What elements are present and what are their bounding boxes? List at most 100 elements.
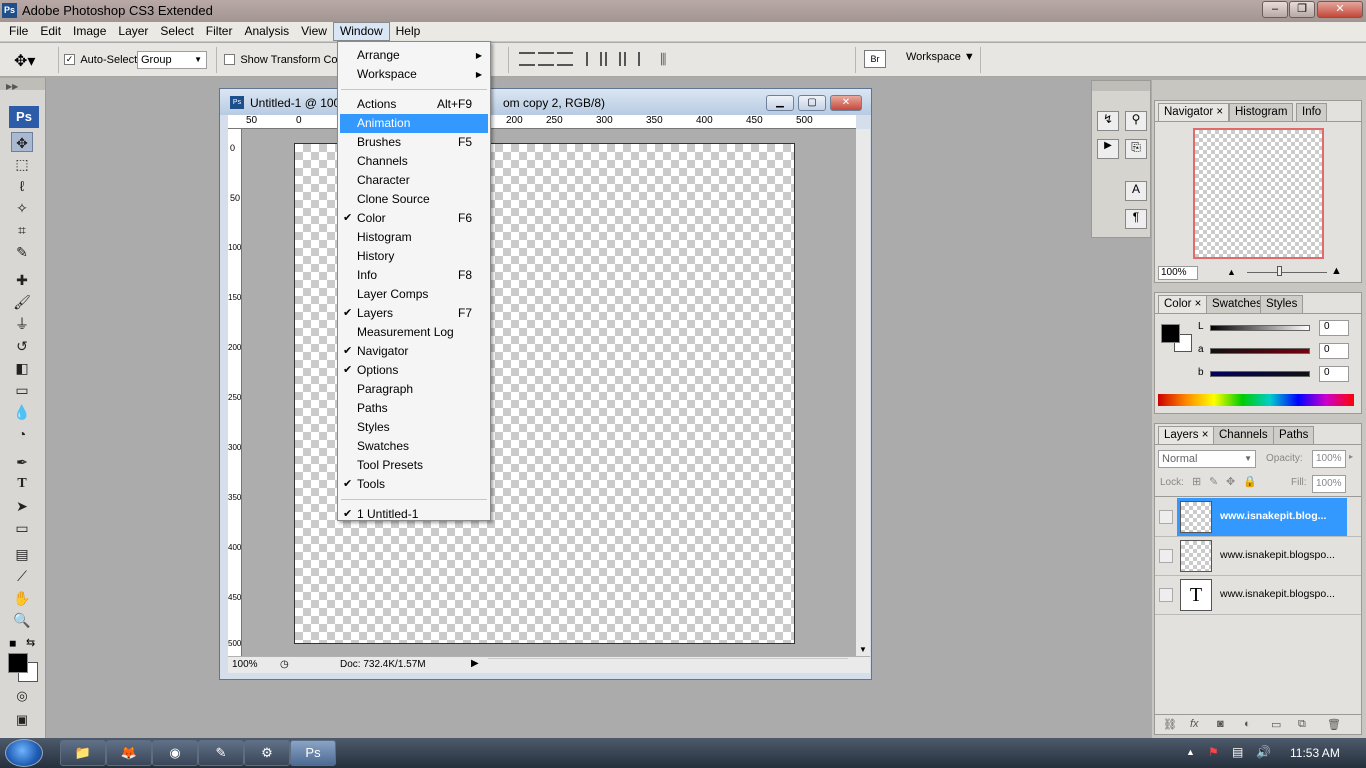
l-slider[interactable] [1210, 325, 1310, 331]
hand-tool-icon[interactable]: ✋ [11, 588, 33, 608]
minimize-button[interactable]: – [1262, 1, 1288, 18]
vertical-scrollbar[interactable]: ▼ [856, 129, 870, 656]
gradient-tool-icon[interactable]: ▭ [11, 380, 33, 400]
clone-source-panel-icon[interactable]: ⎘ [1125, 139, 1147, 159]
menu-item-actions[interactable]: Actions Alt+F9 [340, 95, 488, 114]
status-menu-arrow-icon[interactable]: ▶ [471, 658, 479, 669]
bridge-icon[interactable]: Br [864, 50, 886, 68]
menu-item-paragraph[interactable]: Paragraph [340, 380, 488, 399]
menu-edit[interactable]: Edit [34, 22, 67, 41]
tab-navigator[interactable]: Navigator × [1158, 103, 1230, 121]
b-slider[interactable] [1210, 371, 1310, 377]
navigator-zoom-field[interactable]: 100% [1158, 266, 1198, 280]
swap-colors-icon[interactable]: ⇆ [26, 636, 35, 649]
horizontal-scrollbar[interactable] [488, 658, 848, 671]
menu-item-navigator[interactable]: ✔ Navigator [340, 342, 488, 361]
chrome-taskbar-icon[interactable]: ◉ [152, 740, 198, 766]
layer-name[interactable]: www.isnakepit.blogspo... [1220, 549, 1335, 561]
opacity-arrow-icon[interactable]: ▸ [1349, 452, 1353, 461]
menu-item-paths[interactable]: Paths [340, 399, 488, 418]
actions-panel-icon[interactable]: ▶ [1097, 139, 1119, 159]
eyedropper-tool-icon[interactable]: ⟋ [11, 566, 33, 586]
document-title-bar[interactable]: Ps Untitled-1 @ 100 om copy 2, RGB/8) ▁ … [220, 89, 871, 115]
layer-mask-icon[interactable]: ◙ [1217, 718, 1224, 730]
tab-styles[interactable]: Styles [1260, 295, 1304, 313]
auto-align-icon[interactable]: ⫼ [660, 51, 666, 68]
fill-field[interactable]: 100% [1312, 475, 1346, 493]
magic-wand-tool-icon[interactable]: ✧ [11, 198, 33, 218]
healing-brush-tool-icon[interactable]: ✚ [11, 270, 33, 290]
photoshop-logo-icon[interactable]: Ps [9, 106, 39, 128]
clock[interactable]: 11:53 AM [1290, 746, 1340, 760]
lasso-tool-icon[interactable]: ℓ [11, 176, 33, 196]
status-info-icon[interactable]: ◷ [280, 659, 289, 670]
menu-item-layer-comps[interactable]: Layer Comps [340, 285, 488, 304]
menu-item-measurement-log[interactable]: Measurement Log [340, 323, 488, 342]
layer-name[interactable]: www.isnakepit.blogspo... [1220, 588, 1335, 600]
foreground-color-swatch[interactable] [8, 653, 28, 673]
menu-help[interactable]: Help [390, 22, 427, 41]
path-selection-tool-icon[interactable]: ➤ [11, 496, 33, 516]
layer-visibility-toggle[interactable] [1159, 549, 1173, 563]
adjustment-layer-icon[interactable]: ◐ [1244, 718, 1251, 730]
tab-layers[interactable]: Layers × [1158, 426, 1215, 444]
delete-layer-icon[interactable]: 🗑 [1327, 718, 1341, 731]
menu-select[interactable]: Select [154, 22, 199, 41]
menu-item-history[interactable]: History [340, 247, 488, 266]
menu-item-color[interactable]: ✔ Color F6 [340, 209, 488, 228]
navigator-preview[interactable] [1193, 128, 1324, 259]
zoom-in-icon[interactable]: ▲ [1331, 265, 1342, 277]
new-layer-icon[interactable]: ⧉ [1298, 718, 1306, 731]
l-value[interactable]: 0 [1319, 320, 1349, 336]
menu-item-tool-presets[interactable]: Tool Presets [340, 456, 488, 475]
app-taskbar-icon[interactable]: ✎ [198, 740, 244, 766]
slice-tool-icon[interactable]: ✎ [11, 242, 33, 262]
brush-tool-icon[interactable]: 🖌 [11, 292, 33, 312]
layer-row[interactable]: www.isnakepit.blogspo... [1155, 537, 1361, 576]
menu-item-options[interactable]: ✔ Options [340, 361, 488, 380]
color-foreground-swatch[interactable] [1161, 324, 1180, 343]
marquee-tool-icon[interactable]: ⬚ [11, 154, 33, 174]
layer-visibility-toggle[interactable] [1159, 588, 1173, 602]
menu-item-animation[interactable]: Animation [340, 114, 488, 133]
paragraph-panel-icon[interactable]: ¶ [1125, 209, 1147, 229]
layer-visibility-toggle[interactable] [1159, 510, 1173, 524]
menu-file[interactable]: File [3, 22, 34, 41]
menu-analysis[interactable]: Analysis [238, 22, 295, 41]
start-button-icon[interactable] [5, 739, 43, 767]
eraser-tool-icon[interactable]: ◧ [11, 358, 33, 378]
align-center-icon[interactable] [605, 52, 621, 66]
menu-window[interactable]: Window [332, 22, 390, 41]
restore-button[interactable]: ❐ [1289, 1, 1315, 18]
tab-info[interactable]: Info [1296, 103, 1328, 121]
tab-channels[interactable]: Channels [1213, 426, 1274, 444]
dodge-tool-icon[interactable]: ◔ [11, 424, 33, 444]
b-value[interactable]: 0 [1319, 366, 1349, 382]
menu-item-brushes[interactable]: Brushes F5 [340, 133, 488, 152]
menu-filter[interactable]: Filter [200, 22, 239, 41]
crop-tool-icon[interactable]: ⌗ [11, 220, 33, 240]
clone-stamp-tool-icon[interactable]: ⏚ [11, 314, 33, 334]
a-value[interactable]: 0 [1319, 343, 1349, 359]
lock-transparency-icon[interactable]: ⊞ [1192, 475, 1201, 488]
canvas-area[interactable] [242, 129, 856, 656]
screen-mode-icon[interactable]: ▣ [11, 710, 33, 730]
menu-item-styles[interactable]: Styles [340, 418, 488, 437]
network-icon[interactable]: ▤ [1232, 745, 1243, 759]
menu-view[interactable]: View [295, 22, 333, 41]
action-center-icon[interactable]: ⚑ [1208, 745, 1219, 759]
history-brush-tool-icon[interactable]: ↺ [11, 336, 33, 356]
menu-item-character[interactable]: Character [340, 171, 488, 190]
opacity-field[interactable]: 100% [1312, 450, 1346, 468]
navigator-slider-thumb[interactable] [1277, 266, 1282, 276]
zoom-tool-icon[interactable]: 🔍 [11, 610, 33, 630]
menu-item-info[interactable]: Info F8 [340, 266, 488, 285]
tab-histogram[interactable]: Histogram [1229, 103, 1294, 121]
align-left-icon[interactable] [586, 52, 602, 66]
volume-icon[interactable]: 🔊 [1256, 745, 1271, 759]
zoom-level[interactable]: 100% [232, 659, 258, 670]
document-close-button[interactable]: ✕ [830, 95, 862, 111]
layer-name[interactable]: www.isnakepit.blog... [1220, 510, 1326, 522]
tab-color[interactable]: Color × [1158, 295, 1208, 313]
align-top-icon[interactable] [519, 52, 535, 66]
